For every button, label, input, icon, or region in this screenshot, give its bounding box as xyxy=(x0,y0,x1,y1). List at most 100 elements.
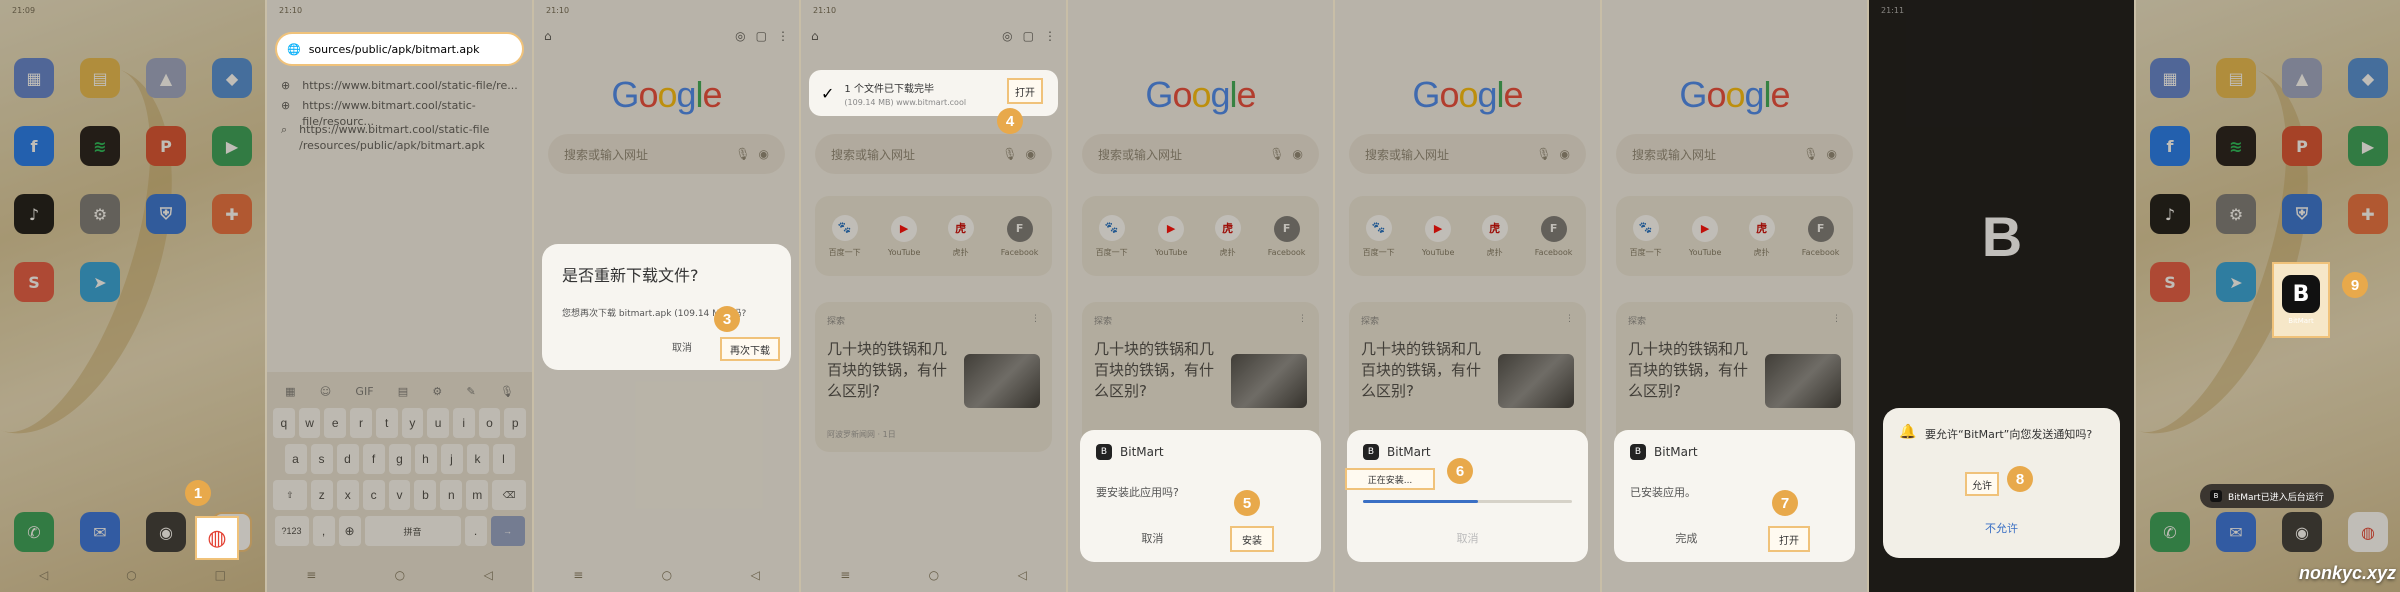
suggestion-item[interactable]: ⊕ https://www.bitmart.cool/static-file/re… xyxy=(281,78,522,94)
key[interactable]: m xyxy=(466,480,489,510)
key[interactable]: w xyxy=(298,408,321,438)
phone-icon[interactable]: ✆ xyxy=(2150,512,2190,552)
key[interactable]: s xyxy=(310,444,333,474)
shortcut-facebook[interactable]: F Facebook xyxy=(1535,215,1572,257)
key[interactable]: e xyxy=(324,408,347,438)
install-button[interactable]: 安装 xyxy=(1230,526,1274,552)
key[interactable]: f xyxy=(362,444,385,474)
suggestion-item[interactable]: ⌕ https://www.bitmart.cool/static-file /r… xyxy=(281,122,522,154)
chrome-icon-highlight[interactable]: ◍ xyxy=(195,516,239,560)
key[interactable]: j xyxy=(440,444,463,474)
home-icon[interactable]: ⌂ xyxy=(811,29,819,43)
deny-button[interactable]: 不允许 xyxy=(1883,520,2120,536)
sticker-icon[interactable]: ☺ xyxy=(320,385,331,398)
telegram-icon[interactable]: ➤ xyxy=(80,262,120,302)
more-icon[interactable]: ⋮ xyxy=(1832,314,1841,327)
mic-icon[interactable]: 🎙 xyxy=(1269,147,1284,161)
back-icon[interactable]: ◁ xyxy=(39,568,48,582)
key[interactable]: c xyxy=(362,480,385,510)
mic-icon[interactable]: 🎙 xyxy=(1536,147,1551,161)
mic-icon[interactable]: 🎙 xyxy=(500,385,514,398)
key[interactable]: y xyxy=(401,408,424,438)
home-icon[interactable]: ○ xyxy=(662,568,672,582)
spotify-icon[interactable]: ≋ xyxy=(80,126,120,166)
app-icon[interactable]: ▦ xyxy=(2150,58,2190,98)
key[interactable]: u xyxy=(427,408,449,438)
backspace-key[interactable]: ⌫ xyxy=(492,480,527,510)
key[interactable]: x xyxy=(336,480,359,510)
home-icon[interactable]: ○ xyxy=(126,568,136,582)
go-key[interactable]: → xyxy=(490,516,525,546)
shortcut-hupu[interactable]: 虎虎扑 xyxy=(947,214,974,258)
key[interactable]: k xyxy=(466,444,489,474)
key[interactable]: a xyxy=(284,444,307,474)
bitmart-app-icon[interactable]: B BitMart xyxy=(2272,262,2330,338)
key[interactable]: q xyxy=(272,408,295,438)
messages-icon[interactable]: ✉ xyxy=(2216,512,2256,552)
shortcut-baidu[interactable]: 🐾 百度一下 xyxy=(1363,214,1395,258)
key[interactable]: l xyxy=(492,444,515,474)
key[interactable]: t xyxy=(375,408,398,438)
recent-icon[interactable]: □ xyxy=(215,568,226,582)
cancel-button[interactable]: 取消 xyxy=(1141,530,1163,546)
key[interactable]: b xyxy=(414,480,437,510)
key[interactable]: r xyxy=(350,408,372,438)
url-input[interactable]: 🌐 sources/public/apk/bitmart.apk xyxy=(275,32,524,66)
open-file-button[interactable]: 打开 xyxy=(1007,78,1043,104)
game-icon[interactable]: ✚ xyxy=(212,194,252,234)
key[interactable]: h xyxy=(414,444,437,474)
open-app-button[interactable]: 打开 xyxy=(1768,526,1810,552)
key[interactable]: g xyxy=(388,444,411,474)
app-icon[interactable]: ◆ xyxy=(212,58,252,98)
menu-icon[interactable]: ≡ xyxy=(306,568,316,582)
key[interactable]: i xyxy=(452,408,475,438)
camera-icon[interactable]: ◉ xyxy=(146,512,186,552)
shortcut-youtube[interactable]: ▶ YouTube xyxy=(888,215,920,257)
facebook-icon[interactable]: f xyxy=(14,126,54,166)
search-bar[interactable]: 搜索或输入网址 🎙 ◉ xyxy=(815,134,1052,174)
shopee-icon[interactable]: S xyxy=(14,262,54,302)
search-bar[interactable]: 搜索或输入网址 🎙 ◉ xyxy=(1616,134,1853,174)
shopee-icon[interactable]: S xyxy=(2150,262,2190,302)
shift-key[interactable]: ⇧ xyxy=(272,480,307,510)
shortcut-facebook[interactable]: F Facebook xyxy=(1268,215,1305,257)
shortcut-baidu[interactable]: 🐾 百度一下 xyxy=(1630,214,1662,258)
phone-icon[interactable]: ✆ xyxy=(14,512,54,552)
menu-icon[interactable]: ≡ xyxy=(840,568,850,582)
tabs-icon[interactable]: ▢ xyxy=(756,29,767,43)
tiktok-icon[interactable]: ♪ xyxy=(2150,194,2190,234)
cancel-button[interactable]: 取消 xyxy=(672,339,692,354)
home-icon[interactable]: ○ xyxy=(395,568,405,582)
home-icon[interactable]: ○ xyxy=(929,568,939,582)
more-icon[interactable]: ⋮ xyxy=(777,29,789,43)
shortcut-hupu[interactable]: 虎虎扑 xyxy=(1214,214,1241,258)
meet-icon[interactable]: ▶ xyxy=(212,126,252,166)
incognito-icon[interactable]: ◎ xyxy=(1002,29,1012,43)
app-icon[interactable]: ▤ xyxy=(80,58,120,98)
office-icon[interactable]: P xyxy=(2282,126,2322,166)
period-key[interactable]: . xyxy=(464,516,487,546)
more-icon[interactable]: ⋮ xyxy=(1565,314,1574,327)
search-bar[interactable]: 搜索或输入网址 🎙 ◉ xyxy=(1082,134,1319,174)
app-icon[interactable]: ▤ xyxy=(2216,58,2256,98)
key[interactable]: p xyxy=(504,408,527,438)
key[interactable]: v xyxy=(388,480,411,510)
office-icon[interactable]: P xyxy=(146,126,186,166)
shortcut-facebook[interactable]: F Facebook xyxy=(1001,215,1038,257)
gear-icon[interactable]: ⚙ xyxy=(432,385,442,398)
done-button[interactable]: 完成 xyxy=(1675,530,1697,546)
lens-icon[interactable]: ◉ xyxy=(1560,147,1570,161)
settings-icon[interactable]: ⚙ xyxy=(2216,194,2256,234)
key[interactable]: d xyxy=(336,444,359,474)
shortcut-youtube[interactable]: ▶ YouTube xyxy=(1422,215,1454,257)
app-icon[interactable]: ▦ xyxy=(14,58,54,98)
shield-icon[interactable]: ⛨ xyxy=(2282,194,2322,234)
shortcut-youtube[interactable]: ▶ YouTube xyxy=(1155,215,1187,257)
shortcut-baidu[interactable]: 🐾 百度一下 xyxy=(829,214,861,258)
facebook-icon[interactable]: f xyxy=(2150,126,2190,166)
shortcut-hupu[interactable]: 虎虎扑 xyxy=(1481,214,1508,258)
tiktok-icon[interactable]: ♪ xyxy=(14,194,54,234)
menu-icon[interactable]: ≡ xyxy=(573,568,583,582)
shield-icon[interactable]: ⛨ xyxy=(146,194,186,234)
key[interactable]: z xyxy=(310,480,333,510)
